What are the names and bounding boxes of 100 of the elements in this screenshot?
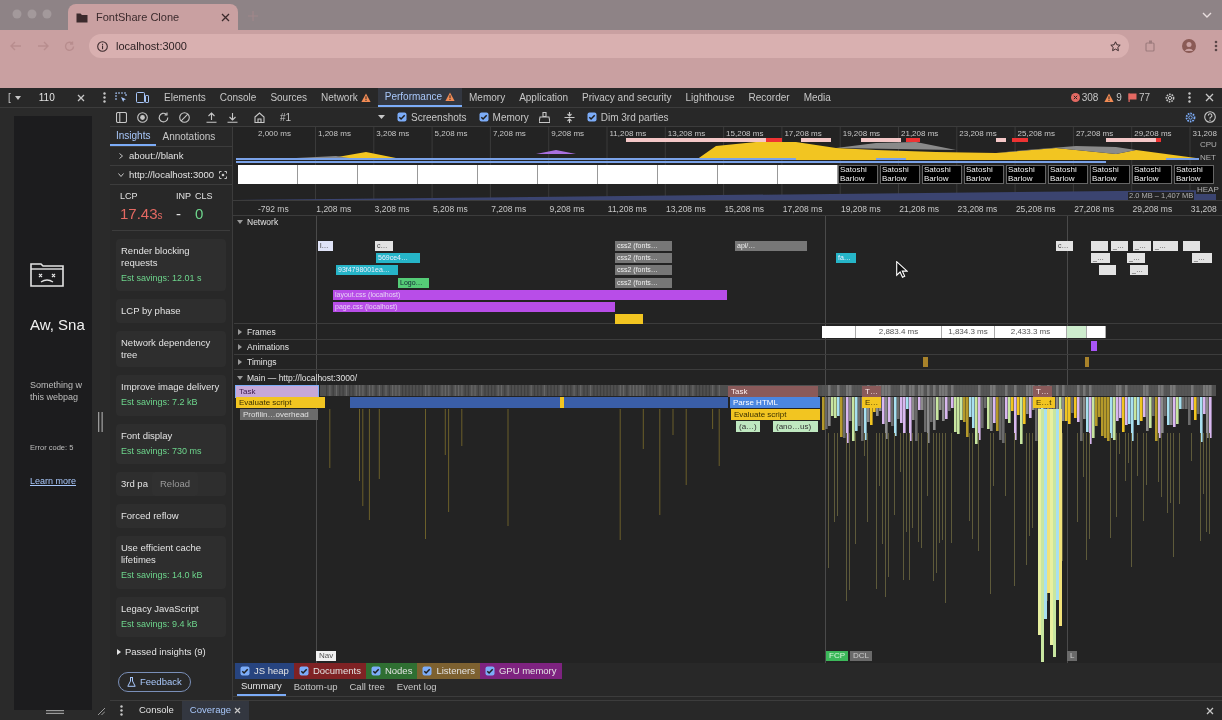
- flame-chart-event[interactable]: Profilin…overhead: [240, 409, 318, 420]
- memory-counter-toggle[interactable]: JS heap: [235, 663, 294, 679]
- devtools-tab[interactable]: Memory: [462, 88, 513, 107]
- details-tab[interactable]: Bottom-up: [289, 679, 342, 696]
- details-tab[interactable]: Event log: [392, 679, 441, 696]
- reload-icon[interactable]: [158, 111, 169, 123]
- flame-chart-event[interactable]: E…t: [1033, 397, 1055, 408]
- device-preset[interactable]: [: [8, 90, 11, 105]
- memory-counter-toggle[interactable]: Nodes: [365, 663, 418, 679]
- home-icon[interactable]: [254, 111, 265, 123]
- memory-counter-toggle[interactable]: Listeners: [417, 663, 480, 679]
- caret-right-icon: [237, 359, 243, 366]
- passed-insights-toggle[interactable]: Passed insights (9): [110, 637, 232, 660]
- flame-chart-event[interactable]: T…: [1033, 386, 1052, 397]
- download-icon[interactable]: [227, 111, 238, 123]
- insight-card[interactable]: 3rd pa Reload: [116, 472, 226, 496]
- insight-card[interactable]: Legacy JavaScript Est savings: 9.4 kB: [116, 596, 226, 637]
- error-count[interactable]: 308: [1070, 90, 1099, 105]
- insight-card[interactable]: Forced reflow: [116, 504, 226, 528]
- flame-chart-event[interactable]: T…: [862, 386, 881, 397]
- devtools-tab[interactable]: Privacy and security: [575, 88, 679, 107]
- screenshot-thumbnail: [358, 165, 418, 184]
- resize-handle-icon[interactable]: [98, 412, 103, 432]
- flame-chart-event[interactable]: Parse HTML: [730, 397, 820, 408]
- insight-card[interactable]: Font display Est savings: 730 ms: [116, 423, 226, 464]
- record-icon[interactable]: [137, 111, 148, 123]
- sidebar-tab[interactable]: Annotations: [156, 127, 222, 146]
- settings-icon[interactable]: [1164, 91, 1176, 104]
- devtools-tab[interactable]: Console: [212, 88, 264, 107]
- details-tab[interactable]: Call tree: [345, 679, 389, 696]
- insight-card[interactable]: LCP by phase: [116, 299, 226, 323]
- clear-icon[interactable]: [179, 111, 190, 123]
- drawer-tab[interactable]: Coverage: [181, 701, 250, 720]
- checkbox[interactable]: [484, 666, 495, 676]
- more-options-icon[interactable]: [1188, 92, 1191, 103]
- track-header[interactable]: Animations: [237, 341, 290, 354]
- settings-icon[interactable]: [1184, 110, 1197, 124]
- thumbnail-text: Barlow: [1092, 175, 1118, 183]
- devtools-tab[interactable]: Elements: [157, 88, 213, 107]
- flame-chart-event[interactable]: E…: [862, 397, 882, 408]
- dimension-field[interactable]: 110: [38, 90, 55, 105]
- drawer-tab[interactable]: Console: [131, 701, 182, 720]
- broom-icon[interactable]: [538, 111, 550, 123]
- track-header[interactable]: Network: [237, 216, 279, 229]
- help-icon[interactable]: [1204, 111, 1216, 123]
- checkbox[interactable]: [422, 666, 433, 676]
- drag-handle-icon[interactable]: [46, 710, 64, 714]
- browser-tab[interactable]: FontShare Clone: [68, 4, 238, 30]
- star-icon[interactable]: [1110, 40, 1121, 52]
- devtools-tab[interactable]: Recorder: [741, 88, 797, 107]
- checkbox[interactable]: [586, 112, 597, 122]
- checkbox[interactable]: [298, 666, 309, 676]
- track-header[interactable]: Timings: [237, 356, 277, 369]
- devtools-tab[interactable]: Lighthouse: [678, 88, 742, 107]
- details-tab[interactable]: Summary: [237, 679, 286, 696]
- thumbnail-text: Satoshi: [1134, 166, 1162, 174]
- resize-corner-icon[interactable]: [97, 707, 105, 715]
- insight-card[interactable]: Network dependency tree: [116, 331, 226, 367]
- caret-down-icon[interactable]: [14, 95, 21, 100]
- memory-counter-toggle[interactable]: GPU memory: [479, 663, 562, 679]
- flame-chart-event[interactable]: Evaluate script: [236, 397, 325, 408]
- checkbox[interactable]: [370, 666, 381, 676]
- collapse-icon[interactable]: [563, 111, 575, 123]
- insight-card[interactable]: Use efficient cache lifetimes Est savings: 14.0 kB: [116, 536, 226, 589]
- track-header[interactable]: Frames: [237, 326, 276, 339]
- address-bar[interactable]: localhost:3000: [89, 34, 1129, 58]
- flame-chart-event[interactable]: Task: [236, 386, 318, 397]
- upload-icon[interactable]: [206, 111, 217, 123]
- insight-card[interactable]: Improve image delivery Est savings: 7.2 kB: [116, 375, 226, 416]
- issue-count[interactable]: 77: [1127, 90, 1150, 105]
- device-toolbar-icon[interactable]: [136, 92, 149, 103]
- page-row[interactable]: http://localhost:3000: [110, 166, 232, 185]
- more-options-icon[interactable]: [102, 92, 106, 103]
- insight-card[interactable]: Render blocking requests Est savings: 12.01 s: [116, 238, 226, 291]
- more-options-icon[interactable]: [1214, 40, 1218, 52]
- warning-count[interactable]: 9: [1104, 90, 1122, 105]
- inspect-element-icon[interactable]: [115, 91, 127, 104]
- devtools-tab[interactable]: Application: [512, 88, 576, 107]
- learn-more-link[interactable]: Learn more: [30, 474, 92, 489]
- checkbox-label: Nodes: [384, 663, 413, 678]
- devtools-tab[interactable]: Network: [314, 88, 378, 107]
- chevron-down-icon[interactable]: [1202, 12, 1212, 18]
- checkbox[interactable]: [240, 666, 250, 676]
- devtools-tab[interactable]: Media: [796, 88, 838, 107]
- page-row[interactable]: about://blank: [110, 147, 232, 166]
- flame-chart-event[interactable]: Evaluate script: [731, 409, 820, 420]
- recording-dropdown[interactable]: #1: [280, 109, 385, 125]
- flame-chart-event[interactable]: (a…): [736, 421, 760, 432]
- track-header[interactable]: Main — http://localhost:3000/: [237, 372, 358, 385]
- more-options-icon[interactable]: [120, 705, 123, 716]
- devtools-tab[interactable]: Sources: [263, 88, 315, 107]
- close-icon[interactable]: [221, 12, 230, 22]
- flame-chart-event[interactable]: (ano…us): [773, 421, 818, 432]
- flame-chart-event[interactable]: Task: [728, 386, 818, 397]
- checkbox[interactable]: [478, 112, 489, 122]
- sidebar-toggle-icon[interactable]: [116, 111, 127, 123]
- sidebar-tab[interactable]: Insights: [110, 127, 157, 146]
- devtools-tab[interactable]: Performance: [377, 88, 462, 107]
- checkbox[interactable]: [397, 112, 407, 122]
- memory-counter-toggle[interactable]: Documents: [293, 663, 366, 679]
